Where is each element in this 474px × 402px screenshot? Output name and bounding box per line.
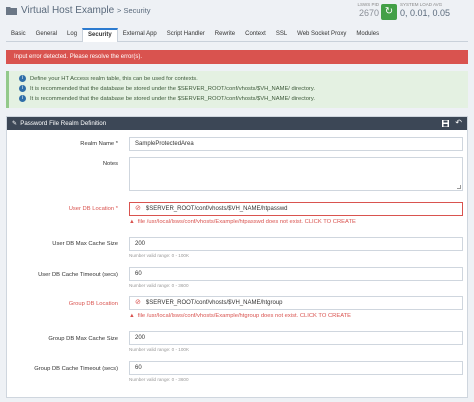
- tab-bar: Basic General Log Security External App …: [6, 28, 468, 42]
- info-item: i It is recommended that the database be …: [19, 94, 468, 104]
- group-db-max-cache-input[interactable]: 200: [129, 331, 463, 345]
- refresh-icon: ↻: [384, 6, 394, 17]
- user-db-cache-timeout-input[interactable]: 60: [129, 267, 463, 281]
- tab-basic[interactable]: Basic: [6, 28, 31, 41]
- group-db-location-value: $SERVER_ROOT/conf/vhosts/$VH_NAME/htgrou…: [145, 300, 283, 306]
- tab-ssl[interactable]: SSL: [271, 28, 292, 41]
- info-item: i It is recommended that the database be …: [19, 84, 468, 94]
- undo-icon[interactable]: ↶: [455, 119, 462, 127]
- panel-header: ✎ Password File Realm Definition ↶: [7, 117, 467, 130]
- group-db-location-label: Group DB Location: [68, 301, 118, 307]
- restart-button[interactable]: ↻: [381, 4, 397, 20]
- panel-title: Password File Realm Definition: [20, 120, 107, 127]
- load-avg-display: SYSTEM LOAD AVG 0, 0.01, 0.05: [400, 2, 472, 18]
- user-db-location-value: $SERVER_ROOT/conf/vhosts/$VH_NAME/htpass…: [145, 206, 288, 212]
- realm-definition-panel: ✎ Password File Realm Definition ↶ Realm …: [6, 116, 468, 398]
- page-subtitle: > Security: [116, 6, 151, 15]
- group-db-cache-timeout-hint: Number valid range: 0 - 3600: [129, 377, 189, 382]
- group-db-location-error-text: file /usr/local/lsws/conf/vhosts/Example…: [137, 313, 352, 319]
- user-db-location-input[interactable]: ⊘ $SERVER_ROOT/conf/vhosts/$VH_NAME/htpas…: [129, 202, 463, 216]
- group-db-location-error[interactable]: ▲ file /usr/local/lsws/conf/vhosts/Exampl…: [129, 313, 351, 319]
- pid-label: LSWS PID: [357, 2, 379, 7]
- realm-name-input[interactable]: SampleProtectedArea: [129, 137, 463, 151]
- resize-grip-icon[interactable]: [457, 185, 461, 189]
- user-db-location-error-text: file /usr/local/lsws/conf/vhosts/Example…: [137, 219, 356, 225]
- user-db-cache-timeout-hint: Number valid range: 0 - 3600: [129, 283, 189, 288]
- info-text: Define your HT Access realm table, this …: [30, 76, 198, 82]
- page-header: Virtual Host Example > Security LSWS PID…: [0, 0, 474, 28]
- group-db-location-input[interactable]: ⊘ $SERVER_ROOT/conf/vhosts/$VH_NAME/htgro…: [129, 296, 463, 310]
- user-db-cache-timeout-label: User DB Cache Timeout (secs): [38, 272, 118, 278]
- user-db-location-error[interactable]: ▲ file /usr/local/lsws/conf/vhosts/Exampl…: [129, 219, 356, 225]
- user-db-max-cache-input[interactable]: 200: [129, 237, 463, 251]
- notes-label: Notes: [102, 161, 118, 167]
- folder-icon: [6, 7, 17, 15]
- tab-context[interactable]: Context: [240, 28, 271, 41]
- group-db-cache-timeout-label: Group DB Cache Timeout (secs): [34, 366, 118, 372]
- info-icon: i: [19, 74, 26, 82]
- tab-modules[interactable]: Modules: [351, 28, 384, 41]
- pid-value: 2670: [358, 8, 379, 18]
- info-text: It is recommended that the database be s…: [30, 96, 315, 102]
- warning-icon: ⊘: [135, 205, 141, 212]
- tab-script-handler[interactable]: Script Handler: [162, 28, 210, 41]
- group-db-cache-timeout-input[interactable]: 60: [129, 361, 463, 375]
- tab-web-socket-proxy[interactable]: Web Socket Proxy: [292, 28, 351, 41]
- info-icon: i: [19, 84, 26, 92]
- info-text: It is recommended that the database be s…: [30, 86, 315, 92]
- tab-rewrite[interactable]: Rewrite: [210, 28, 240, 41]
- save-icon[interactable]: [442, 120, 449, 127]
- tab-general[interactable]: General: [31, 28, 62, 41]
- tab-log[interactable]: Log: [62, 28, 82, 41]
- user-db-max-cache-label: User DB Max Cache Size: [52, 241, 118, 247]
- info-icon: i: [19, 94, 26, 102]
- user-db-location-label: User DB Location *: [68, 206, 118, 212]
- warning-icon: ⊘: [135, 299, 141, 306]
- alert-triangle-icon: ▲: [129, 313, 135, 319]
- realm-name-label: Realm Name *: [80, 141, 118, 147]
- group-db-max-cache-hint: Number valid range: 0 - 100K: [129, 347, 190, 352]
- alert-triangle-icon: ▲: [129, 219, 135, 225]
- error-alert: Input error detected. Please resolve the…: [6, 50, 468, 64]
- edit-icon: ✎: [12, 120, 18, 127]
- pid-display: LSWS PID 2670: [355, 2, 379, 18]
- page-title: Virtual Host Example > Security: [21, 5, 151, 16]
- tab-security[interactable]: Security: [82, 28, 118, 42]
- info-item: i Define your HT Access realm table, this…: [19, 74, 468, 84]
- tab-external-app[interactable]: External App: [118, 28, 162, 41]
- group-db-max-cache-label: Group DB Max Cache Size: [48, 336, 118, 342]
- info-alert: i Define your HT Access realm table, this…: [6, 71, 468, 108]
- notes-textarea[interactable]: [129, 157, 463, 191]
- user-db-max-cache-hint: Number valid range: 0 - 100K: [129, 253, 190, 258]
- load-avg-label: SYSTEM LOAD AVG: [400, 2, 443, 7]
- page-title-text: Virtual Host Example: [21, 5, 115, 16]
- load-avg-value: 0, 0.01, 0.05: [400, 8, 451, 18]
